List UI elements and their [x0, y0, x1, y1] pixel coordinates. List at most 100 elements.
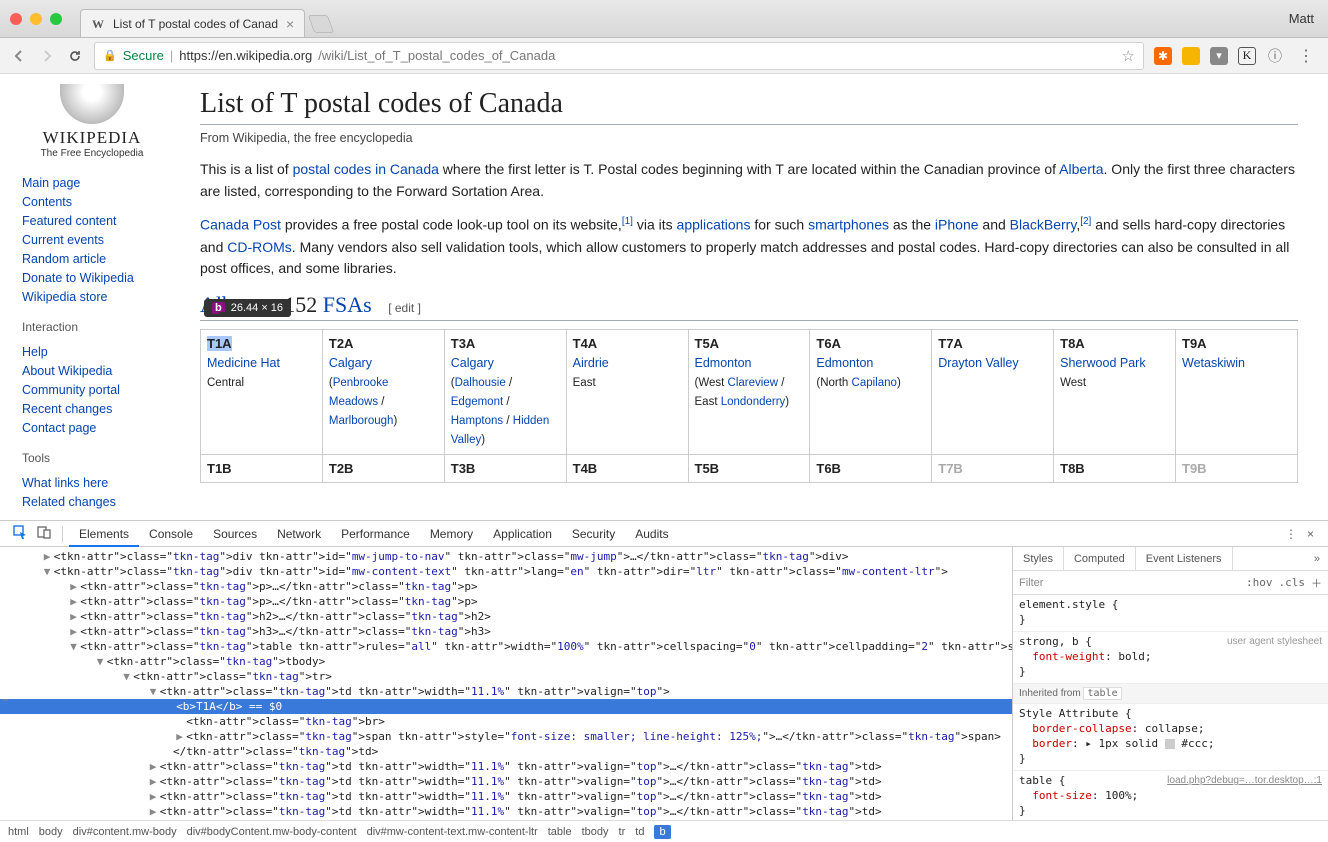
crumb[interactable]: div#content.mw-body: [73, 826, 177, 838]
reference[interactable]: [1]: [622, 216, 633, 227]
sidebar-link[interactable]: What links here: [22, 473, 162, 492]
link[interactable]: Marlborough: [329, 415, 394, 427]
dom-node-selected[interactable]: <b>T1A</b> == $0: [0, 699, 1012, 714]
dom-node[interactable]: ▼<tkn-attr">class="tkn-tag">table tkn-at…: [0, 639, 1012, 654]
link[interactable]: iPhone: [935, 217, 979, 233]
link[interactable]: Sherwood Park: [1060, 356, 1145, 370]
styles-tab[interactable]: Styles: [1013, 547, 1064, 570]
crumb[interactable]: body: [39, 826, 63, 838]
filter-input[interactable]: Filter: [1019, 577, 1240, 589]
bookmark-star-icon[interactable]: ☆: [1122, 47, 1135, 65]
crumb[interactable]: div#bodyContent.mw-body-content: [187, 826, 357, 838]
event-listeners-tab[interactable]: Event Listeners: [1136, 547, 1233, 570]
close-window-button[interactable]: [10, 13, 22, 25]
cls-toggle[interactable]: .cls: [1279, 576, 1306, 589]
dom-node[interactable]: ▶<tkn-attr">class="tkn-tag">td tkn-attr"…: [0, 789, 1012, 804]
devtools-tab[interactable]: Network: [267, 521, 331, 547]
dom-tree-panel[interactable]: ▶<tkn-attr">class="tkn-tag">div tkn-attr…: [0, 547, 1012, 820]
crumb[interactable]: div#mw-content-text.mw-content-ltr: [367, 826, 538, 838]
sidebar-link[interactable]: Recent changes: [22, 399, 162, 418]
link[interactable]: Penbrooke Meadows: [329, 377, 388, 408]
crumb[interactable]: table: [548, 826, 572, 838]
link[interactable]: BlackBerry: [1010, 217, 1077, 233]
extension-icon[interactable]: ▾: [1210, 47, 1228, 65]
wikipedia-logo[interactable]: WIKIPEDIA The Free Encyclopedia: [22, 84, 162, 159]
sidebar-link[interactable]: Main page: [22, 173, 162, 192]
forward-button[interactable]: [38, 47, 56, 65]
add-rule-icon[interactable]: ＋: [1311, 575, 1322, 591]
dom-node[interactable]: ▼<tkn-attr">class="tkn-tag">tr>: [0, 669, 1012, 684]
link[interactable]: Calgary: [329, 356, 372, 370]
link[interactable]: applications: [677, 217, 751, 233]
devtools-menu-icon[interactable]: ⋮: [1285, 527, 1297, 541]
devtools-tab[interactable]: Sources: [203, 521, 267, 547]
extension-icon[interactable]: [1182, 47, 1200, 65]
breadcrumb[interactable]: html body div#content.mw-body div#bodyConte…: [0, 820, 1328, 842]
link[interactable]: Edmonton: [695, 356, 752, 370]
link[interactable]: Edgemont: [451, 396, 503, 408]
reload-button[interactable]: [66, 47, 84, 65]
devtools-tab[interactable]: Security: [562, 521, 625, 547]
link[interactable]: CD-ROMs: [227, 239, 292, 255]
sidebar-link[interactable]: Current events: [22, 230, 162, 249]
extension-icon[interactable]: ⓘ: [1266, 47, 1284, 65]
crumb[interactable]: td: [635, 826, 644, 838]
link[interactable]: FSAs: [323, 292, 372, 317]
sidebar-link[interactable]: Help: [22, 342, 162, 361]
dom-node[interactable]: ▶<tkn-attr">class="tkn-tag">td tkn-attr"…: [0, 804, 1012, 819]
dom-node[interactable]: <tkn-attr">class="tkn-tag">br>: [0, 714, 1012, 729]
profile-name[interactable]: Matt: [1289, 11, 1314, 26]
sidebar-link[interactable]: Contact page: [22, 418, 162, 437]
minimize-window-button[interactable]: [30, 13, 42, 25]
dom-node[interactable]: ▶<tkn-attr">class="tkn-tag">h2>…</tkn-at…: [0, 609, 1012, 624]
dom-node[interactable]: </tkn-attr">class="tkn-tag">td>: [0, 744, 1012, 759]
sidebar-link[interactable]: Community portal: [22, 380, 162, 399]
link[interactable]: Hamptons: [451, 415, 503, 427]
sidebar-link[interactable]: Donate to Wikipedia: [22, 268, 162, 287]
hov-toggle[interactable]: :hov: [1246, 576, 1273, 589]
devtools-tab[interactable]: Memory: [420, 521, 483, 547]
close-tab-icon[interactable]: ×: [286, 16, 294, 32]
sidebar-link[interactable]: Random article: [22, 249, 162, 268]
devtools-tab[interactable]: Application: [483, 521, 562, 547]
link[interactable]: Drayton Valley: [938, 356, 1018, 370]
dom-node[interactable]: ▶<tkn-attr">class="tkn-tag">td tkn-attr"…: [0, 819, 1012, 820]
dom-node[interactable]: ▼<tkn-attr">class="tkn-tag">div tkn-attr…: [0, 564, 1012, 579]
sidebar-link[interactable]: About Wikipedia: [22, 361, 162, 380]
link[interactable]: Alberta: [1059, 161, 1103, 177]
devtools-tab[interactable]: Elements: [69, 521, 139, 547]
dom-node[interactable]: ▼<tkn-attr">class="tkn-tag">td tkn-attr"…: [0, 684, 1012, 699]
crumb[interactable]: html: [8, 826, 29, 838]
dom-node[interactable]: ▶<tkn-attr">class="tkn-tag">span tkn-att…: [0, 729, 1012, 744]
edit-section[interactable]: [ edit ]: [388, 301, 421, 315]
link[interactable]: Wetaskiwin: [1182, 356, 1245, 370]
link[interactable]: Edmonton: [816, 356, 873, 370]
crumb[interactable]: b: [654, 825, 670, 839]
sidebar-link[interactable]: Contents: [22, 192, 162, 211]
chrome-menu-icon[interactable]: ⋮: [1294, 46, 1318, 66]
link[interactable]: Airdrie: [573, 356, 609, 370]
zoom-window-button[interactable]: [50, 13, 62, 25]
back-button[interactable]: [10, 47, 28, 65]
sidebar-link[interactable]: Featured content: [22, 211, 162, 230]
link[interactable]: Canada Post: [200, 217, 281, 233]
dom-node[interactable]: ▼<tkn-attr">class="tkn-tag">tbody>: [0, 654, 1012, 669]
extension-icon[interactable]: ✱: [1154, 47, 1172, 65]
more-tabs-icon[interactable]: »: [1306, 547, 1328, 570]
sidebar-link[interactable]: Related changes: [22, 492, 162, 511]
dom-node[interactable]: ▶<tkn-attr">class="tkn-tag">td tkn-attr"…: [0, 759, 1012, 774]
link[interactable]: Calgary: [451, 356, 494, 370]
dom-node[interactable]: ▶<tkn-attr">class="tkn-tag">div tkn-attr…: [0, 549, 1012, 564]
address-bar[interactable]: 🔒 Secure | https://en.wikipedia.org/wiki…: [94, 42, 1144, 70]
link[interactable]: Clareview: [728, 377, 779, 389]
dom-gutter-dots[interactable]: ⋯: [0, 695, 8, 706]
css-rules[interactable]: element.style { } user agent stylesheet …: [1013, 595, 1328, 820]
devtools-close-icon[interactable]: ×: [1307, 527, 1314, 541]
dom-node[interactable]: ▶<tkn-attr">class="tkn-tag">td tkn-attr"…: [0, 774, 1012, 789]
link[interactable]: Capilano: [852, 377, 897, 389]
link[interactable]: postal codes in Canada: [293, 161, 439, 177]
device-toolbar-icon[interactable]: [32, 525, 56, 542]
inspect-element-icon[interactable]: [8, 525, 32, 542]
link[interactable]: Dalhousie: [455, 377, 506, 389]
devtools-tab[interactable]: Console: [139, 521, 203, 547]
